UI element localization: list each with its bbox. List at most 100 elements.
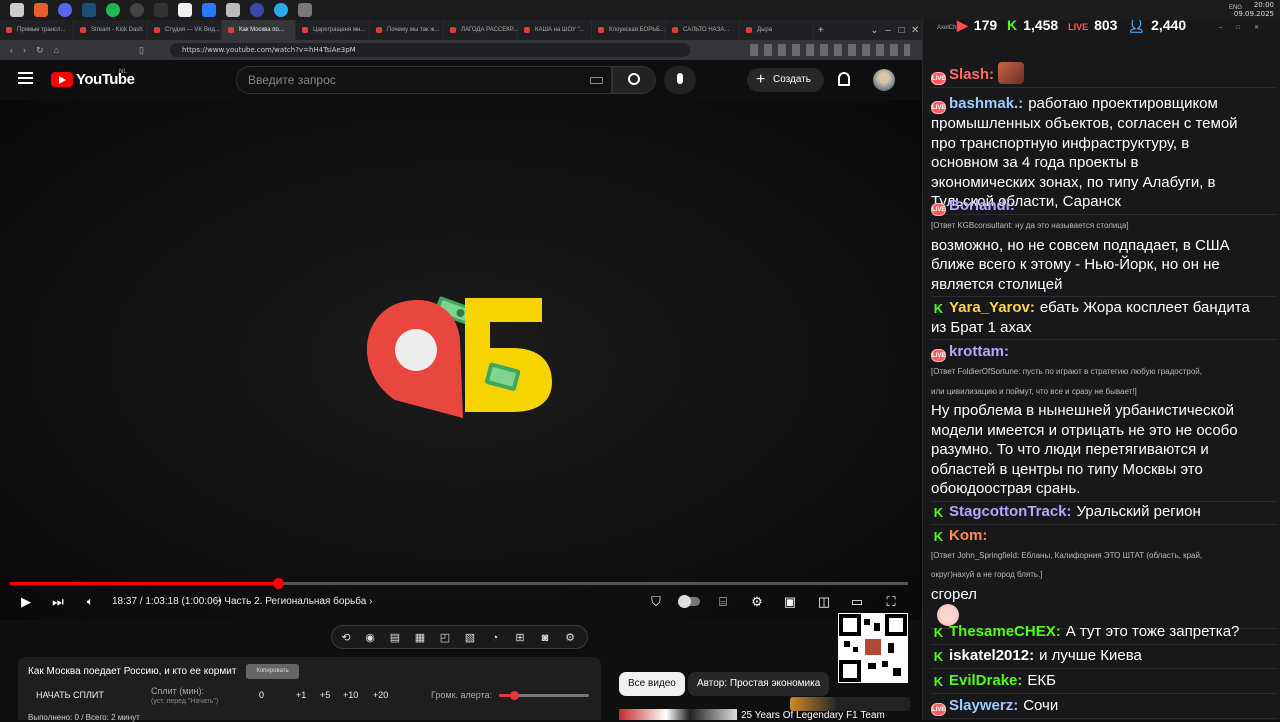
screen-icon[interactable]: ▧ xyxy=(462,630,478,646)
miniplayer-icon[interactable]: ▣ xyxy=(782,594,798,610)
bookmark-icon[interactable]: ▯ xyxy=(139,45,144,56)
chat-username[interactable]: Slash: xyxy=(949,66,994,83)
video-progress-bar[interactable] xyxy=(10,578,908,589)
extension-icons[interactable] xyxy=(750,44,910,56)
capcut-icon[interactable] xyxy=(178,3,192,17)
browser-tab[interactable]: Как Москва по... xyxy=(222,20,296,40)
steam-icon[interactable] xyxy=(82,3,96,17)
volume-icon[interactable]: 🔈︎ xyxy=(82,594,98,610)
chat-username[interactable]: EvilDrake: xyxy=(949,672,1022,689)
browser-tab[interactable]: Клоунская БОРЬБ... xyxy=(592,20,666,40)
forward-icon[interactable]: › xyxy=(23,45,26,55)
speed-icon[interactable]: ◔ xyxy=(487,630,503,646)
cast-icon[interactable]: ▤ xyxy=(387,630,403,646)
notifications-icon[interactable] xyxy=(838,72,850,86)
start-split-button[interactable]: НАЧАТЬ СПЛИТ xyxy=(36,690,104,700)
video-player[interactable] xyxy=(0,100,922,620)
spotify-icon[interactable] xyxy=(106,3,120,17)
browser-tab[interactable]: Дыра xyxy=(740,20,814,40)
browser-tab[interactable]: Царегращеня мн... xyxy=(296,20,370,40)
next-video-thumbnail[interactable] xyxy=(619,709,737,720)
gear-icon[interactable]: ⚙ xyxy=(562,630,578,646)
obs-icon[interactable] xyxy=(130,3,144,17)
copy-button[interactable]: Копировать xyxy=(246,664,299,679)
tab-label: Клоунская БОРЬБ... xyxy=(609,27,666,33)
chat-username[interactable]: ThesameCHEX: xyxy=(949,623,1061,640)
next-video-title[interactable]: 25 Years Of Legendary F1 Team xyxy=(741,710,885,721)
chat-username[interactable]: bashmak.: xyxy=(949,95,1023,112)
increment-button[interactable]: +1 xyxy=(296,690,306,700)
loop-icon[interactable]: ⟲ xyxy=(338,630,354,646)
menu-icon[interactable] xyxy=(18,72,33,84)
chat-username[interactable]: iskatel2012: xyxy=(949,647,1034,664)
youtube-logo-icon[interactable] xyxy=(51,72,73,87)
browser-tab[interactable]: Почему мы так ж... xyxy=(370,20,444,40)
autoplay-toggle[interactable] xyxy=(677,594,701,610)
progress-scrubber[interactable] xyxy=(272,578,284,589)
film-icon[interactable]: ▦ xyxy=(412,630,428,646)
crop-icon[interactable]: ◰ xyxy=(437,630,453,646)
camera-icon[interactable]: ◙ xyxy=(537,630,553,646)
increment-button[interactable]: +5 xyxy=(320,690,330,700)
browser-tab[interactable]: КАША на ШОУ "... xyxy=(518,20,592,40)
chat-window-controls[interactable]: –□✕ xyxy=(1219,20,1273,36)
avatar[interactable] xyxy=(873,69,895,91)
app-icon[interactable] xyxy=(154,3,168,17)
keyboard-icon[interactable] xyxy=(590,77,603,84)
increment-button[interactable]: +10 xyxy=(343,690,358,700)
browser-tab[interactable]: Stream - Kick Dash xyxy=(74,20,148,40)
chat-username[interactable]: krottam: xyxy=(949,343,1009,360)
add-screen-icon[interactable]: ⊞ xyxy=(512,630,528,646)
author-chip[interactable]: Автор: Простая экономика xyxy=(688,672,830,696)
search-input[interactable]: Введите запрос xyxy=(236,66,612,94)
chat-username[interactable]: Yara_Yarov: xyxy=(949,299,1035,316)
chat-username[interactable]: Kom: xyxy=(949,527,987,544)
minimize-icon[interactable]: – xyxy=(881,25,895,36)
chat-username[interactable]: Borlandi: xyxy=(949,197,1015,214)
play-button[interactable]: ▶ xyxy=(18,594,34,610)
discord-icon[interactable] xyxy=(58,3,72,17)
fullscreen-icon[interactable]: ⛶ xyxy=(883,594,899,610)
chat-message: K StagcottonTrack: Уральский регион xyxy=(931,502,1277,525)
chat-username[interactable]: StagcottonTrack: xyxy=(949,503,1072,520)
chat-username[interactable]: Slaywerz: xyxy=(949,697,1018,714)
picture-in-picture-icon[interactable]: ◫ xyxy=(816,594,832,610)
maximize-icon[interactable]: □ xyxy=(895,25,909,36)
browser-tab[interactable]: Студия — VK Вид... xyxy=(148,20,222,40)
browser-tab[interactable]: Прямые трансл... xyxy=(0,20,74,40)
extension-shield-icon[interactable]: ⛉ xyxy=(648,594,664,610)
all-videos-chip[interactable]: Все видео xyxy=(619,672,685,696)
browser-tab[interactable]: САЛЬТО НАЗА... xyxy=(666,20,740,40)
app-icon[interactable] xyxy=(226,3,240,17)
new-tab-button[interactable]: + xyxy=(814,25,828,36)
home-icon[interactable]: ⌂ xyxy=(54,45,59,55)
broadcast-icon[interactable]: ◉ xyxy=(362,630,378,646)
voice-search-button[interactable] xyxy=(664,66,696,94)
system-clock[interactable]: 20:00 09.09.2025 xyxy=(1234,1,1274,19)
subtitles-icon[interactable]: ⌸ xyxy=(715,594,731,610)
theater-mode-icon[interactable]: ▭ xyxy=(849,594,865,610)
split-value[interactable]: 0 xyxy=(259,690,264,700)
settings-icon[interactable]: ⚙ xyxy=(749,594,765,610)
brave-browser-icon[interactable] xyxy=(34,3,48,17)
tab-search-icon[interactable]: ⌄ xyxy=(868,25,882,36)
create-button[interactable]: + Создать xyxy=(747,68,824,92)
reload-icon[interactable]: ↻ xyxy=(36,45,44,56)
kick-badge-icon: K xyxy=(933,674,944,689)
chapter-title[interactable]: • Часть 2. Региональная борьба › xyxy=(218,596,372,607)
app-icon[interactable] xyxy=(202,3,216,17)
app-icon[interactable] xyxy=(298,3,312,17)
back-icon[interactable]: ‹ xyxy=(10,45,13,55)
windows-start-icon[interactable] xyxy=(10,3,24,17)
chat-message-text: и лучше Киева xyxy=(1039,647,1142,664)
search-button[interactable] xyxy=(612,66,656,94)
app-icon[interactable] xyxy=(250,3,264,17)
next-video-button[interactable]: ⏭ xyxy=(50,594,66,610)
address-bar[interactable]: https://www.youtube.com/watch?v=hH4TsiAe… xyxy=(170,43,690,57)
browser-tab[interactable]: ЛАГОДА РАССЕКР... xyxy=(444,20,518,40)
alert-volume-knob[interactable] xyxy=(510,691,520,700)
alert-volume-slider[interactable] xyxy=(499,691,589,700)
close-window-icon[interactable]: ✕ xyxy=(908,25,922,36)
telegram-icon[interactable] xyxy=(274,3,288,17)
increment-button[interactable]: +20 xyxy=(373,690,388,700)
